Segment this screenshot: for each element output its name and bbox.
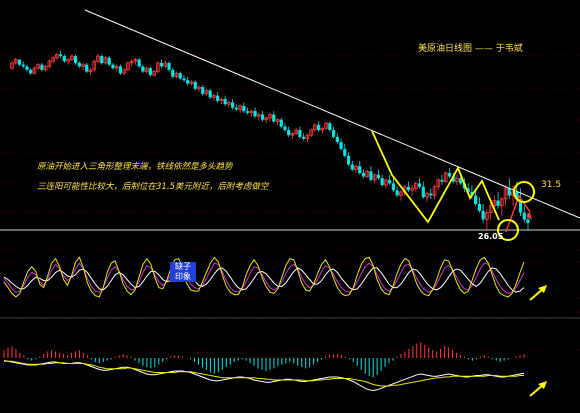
candle-body [421, 186, 425, 198]
support-level-label: 26.05 [478, 232, 504, 241]
candle-body [111, 64, 115, 69]
candle-body [358, 166, 362, 174]
candle-body [141, 66, 145, 72]
candle-body [272, 114, 276, 122]
candle-body [339, 142, 343, 149]
macd-panel [3, 342, 547, 397]
candle-body [507, 188, 511, 196]
price-panel [10, 50, 530, 230]
candle-body [429, 193, 433, 196]
watermark-badge: 缺子 印象 [170, 262, 196, 282]
candle-body [137, 59, 141, 67]
candle-body [376, 174, 381, 179]
candle-body [369, 171, 373, 180]
candle-body [216, 95, 220, 101]
badge-bottom-text: 印象 [175, 272, 191, 281]
candle-body [260, 114, 265, 120]
candle-body [178, 73, 182, 79]
candle-body [107, 57, 111, 65]
candle-body [159, 62, 164, 67]
kdj-panel [3, 256, 547, 301]
candle-body [242, 105, 246, 112]
candle-body [328, 123, 332, 131]
candle-body [59, 54, 63, 57]
candle-body [346, 155, 351, 165]
candle-body [186, 80, 190, 84]
candle-body [253, 111, 257, 117]
candle-body [118, 66, 123, 74]
resistance-level-label: 31.5 [541, 180, 562, 190]
candle-body [391, 183, 395, 191]
candle-body [148, 68, 152, 75]
candle-body [481, 210, 485, 220]
candle-body [17, 59, 22, 65]
candle-body [245, 111, 250, 113]
kdj-k-line [3, 262, 525, 294]
candle-body [167, 62, 171, 70]
candle-body [477, 204, 481, 211]
candle-body [526, 219, 530, 223]
candle-body [171, 69, 175, 77]
candle-body [21, 64, 25, 67]
candle-body [85, 64, 89, 72]
candle-body [234, 107, 238, 110]
candle-body [496, 200, 500, 206]
candle-body [29, 69, 33, 74]
candle-body [193, 81, 197, 89]
candle-body [223, 99, 227, 105]
candle-body [231, 102, 235, 108]
candle-body [62, 56, 66, 62]
chart-window: 美原油日线图 —— 于韦斌 原油开始进入三角形整理末端，铁线依然是多头趋势 三连… [0, 0, 580, 413]
candle-body [447, 173, 452, 177]
candle-body [474, 195, 478, 204]
candle-body [417, 183, 422, 187]
candle-body [395, 190, 399, 196]
candle-body [343, 148, 347, 156]
candle-body [522, 212, 526, 220]
annotation-line-2: 三连阳可能性比较大，后制位在31.5美元附近，后附考虑做空 [37, 182, 269, 192]
candle-body [73, 56, 78, 63]
candle-body [335, 136, 339, 143]
macd-dif-line [3, 360, 525, 392]
kdj-d-line [3, 267, 525, 293]
projection-arrowhead [526, 212, 532, 220]
candle-body [361, 173, 366, 177]
badge-top-text: 缺子 [175, 262, 191, 271]
candle-body [40, 64, 44, 70]
candle-body [77, 62, 81, 67]
candle-body [279, 119, 283, 127]
candle-body [302, 136, 306, 139]
candle-body [201, 87, 205, 94]
candle-body [440, 179, 444, 182]
chart-title: 美原油日线图 —— 于韦斌 [418, 44, 523, 54]
annotation-line-1: 原油开始进入三角形整理末端，铁线依然是多头趋势 [37, 162, 233, 172]
candle-body [317, 124, 321, 131]
candle-body [208, 90, 212, 98]
candle-body [283, 126, 287, 131]
candle-body [287, 130, 291, 136]
chart-canvas [0, 9, 580, 397]
candle-body [182, 78, 186, 81]
candle-body [100, 56, 104, 63]
candle-body [406, 186, 410, 191]
candle-body [388, 179, 392, 184]
candle-body [298, 130, 302, 137]
candle-body [380, 178, 384, 186]
kdj-j-line [3, 256, 525, 298]
candle-body [350, 164, 354, 170]
candle-body [331, 130, 336, 137]
candle-body [25, 66, 29, 70]
